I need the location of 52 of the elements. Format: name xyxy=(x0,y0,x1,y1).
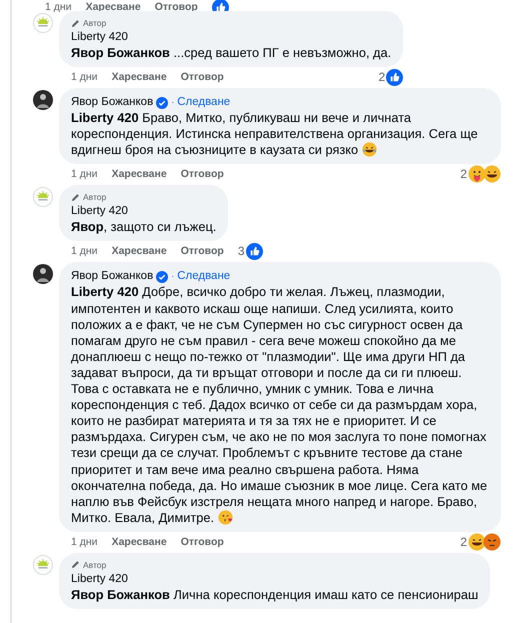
commenter-name[interactable]: Явор Божанков xyxy=(71,95,154,110)
reply-link[interactable]: Отговор xyxy=(180,71,224,84)
like-link[interactable]: Харесване xyxy=(86,1,141,13)
pen-icon xyxy=(71,192,80,202)
comment-time[interactable]: 1 дни xyxy=(71,168,98,180)
pen-icon xyxy=(71,560,80,570)
laughing-reaction-icon xyxy=(483,165,501,184)
logo-avatar-icon[interactable] xyxy=(33,554,53,575)
like-link[interactable]: Харесване xyxy=(112,245,167,258)
reply-link[interactable]: Отговор xyxy=(154,1,198,13)
laughing-reaction-icon xyxy=(468,532,486,551)
commenter-name[interactable]: Явор Божанков xyxy=(71,269,154,284)
comment-time[interactable]: 1 дни xyxy=(71,245,98,258)
like-link[interactable]: Харесване xyxy=(112,71,167,84)
author-label: Автор xyxy=(83,192,106,202)
like-reaction-icon xyxy=(386,68,404,86)
follow-link[interactable]: Следване xyxy=(177,95,230,110)
comment-time[interactable]: 1 дни xyxy=(71,71,98,84)
reply-link[interactable]: Отговор xyxy=(180,168,224,180)
reaction-count[interactable]: 2 xyxy=(460,534,467,549)
commenter-name[interactable]: Liberty 420 xyxy=(71,30,128,45)
author-label: Автор xyxy=(83,18,106,28)
logo-avatar-icon[interactable] xyxy=(33,187,53,208)
reaction-count[interactable]: 3 xyxy=(238,244,244,258)
reply-link[interactable]: Отговор xyxy=(180,536,224,548)
follow-link[interactable]: Следване xyxy=(177,269,230,284)
profile-avatar-icon[interactable] xyxy=(33,264,53,284)
reaction-count[interactable]: 2 xyxy=(378,70,386,84)
comment-text: Явор, защото си лъжец. xyxy=(71,219,216,236)
laughing-emoji-icon xyxy=(362,142,378,158)
commenter-name[interactable]: Liberty 420 xyxy=(71,204,128,220)
comment-text: Явор Божанков ...сред вашето ПГ е невъзможно, да. xyxy=(71,45,392,62)
hug-reaction-icon xyxy=(468,165,486,184)
kissing-emoji-icon xyxy=(218,510,234,525)
angry-reaction-icon xyxy=(483,532,501,551)
author-label: Автор xyxy=(83,560,106,570)
profile-avatar-icon[interactable] xyxy=(33,90,53,110)
like-link[interactable]: Харесване xyxy=(112,536,167,548)
comment-text: Явор Божанков Лична кореспонденция имаш като се пенсионираш xyxy=(71,586,478,603)
comment-text: Liberty 420 Добре, всичко добро ти желая. Лъжец, плазмодии, импотентен и каквото искаш още напиши. След усилията, които положих а е факт, че не съм Супермен но със сигурност освен да помагам друго не съм правил - сега вече можеш спокойно да ме донаплюеш с нещо по-тежко от "плазмодии". Ще има други НП да задават въпроси, да ти връщат отговори и после да си ги плюеш. Това с оставката не е публично, умник с умник. Това е лична кореспонденция с теб. Дадох всичко от себе си да размърдам хора, които не разбират материята и тя за тях не е приоритет. И се размърдаха. Сигурен съм, че ако не по моя заслуга то поне помогнах тези срещи да се случат. Проблемът с кръвните тестове да стане приоритет и там вече има реално свършена работа. Няма окончателна победа, да. Но имаше съюзник в мое лице. Сега като ме наплю във Фейсбук изстреля нещата много напред и нагоре. Браво, Митко. Евала, Димитре. xyxy=(71,284,488,526)
comment-text: Liberty 420 Браво, Митко, публикуваш ни вече и личната кореспонденция. Истинска неправителствена организация. Сега ще вдигнеш броя на съюзниците в каузата си рязко xyxy=(71,110,479,158)
separator-dot: · xyxy=(171,270,174,284)
reaction-count[interactable]: 2 xyxy=(460,167,467,182)
like-link[interactable]: Харесване xyxy=(112,168,167,180)
commenter-name[interactable]: Liberty 420 xyxy=(71,572,128,587)
comment-time[interactable]: 1 дни xyxy=(71,536,98,548)
pen-icon xyxy=(71,18,80,28)
logo-avatar-icon[interactable] xyxy=(33,13,53,33)
comment-time[interactable]: 1 дни xyxy=(45,1,72,13)
like-reaction-icon xyxy=(246,242,262,260)
reply-link[interactable]: Отговор xyxy=(180,245,224,258)
separator-dot: · xyxy=(171,96,174,110)
